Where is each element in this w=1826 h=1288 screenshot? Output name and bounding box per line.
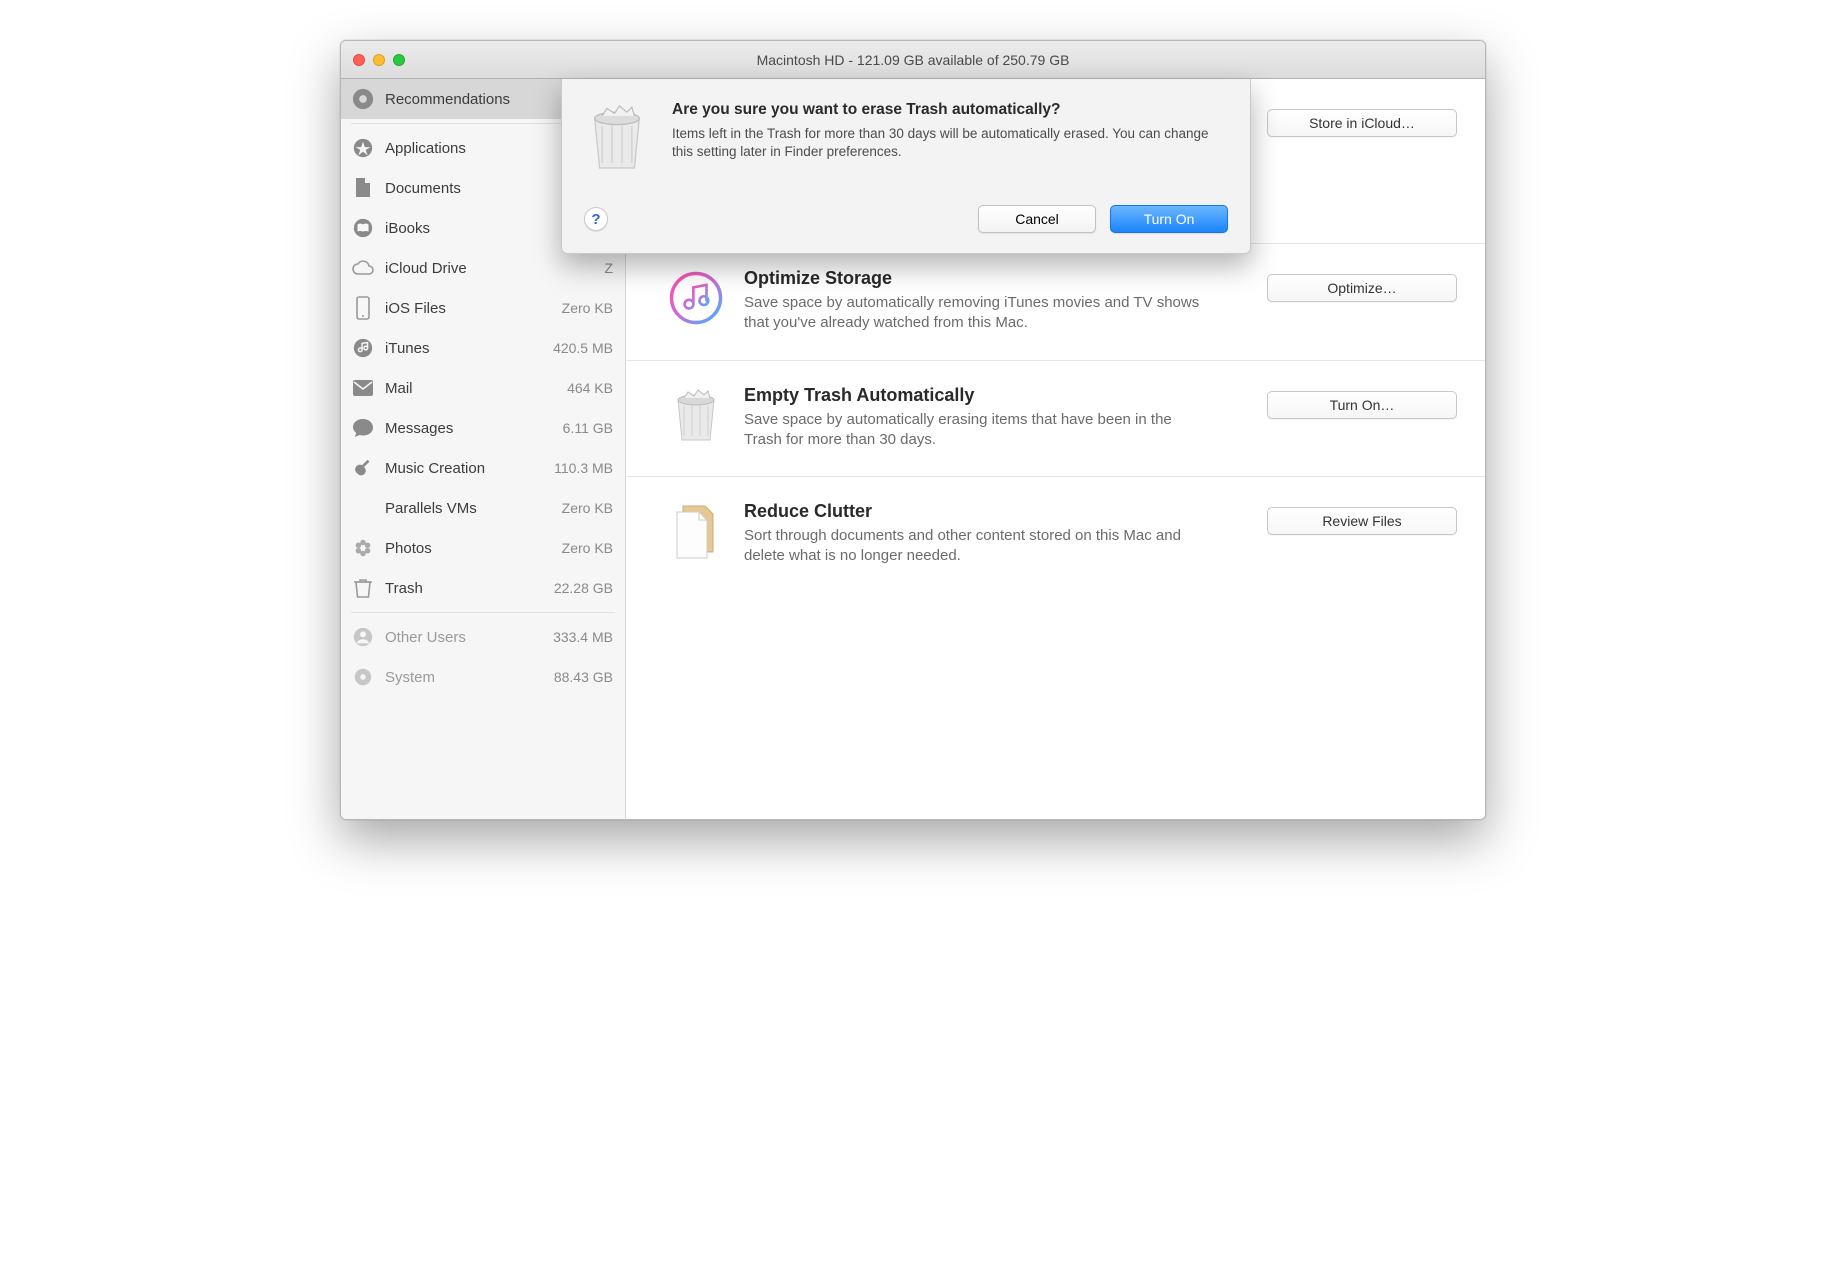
optimize-button[interactable]: Optimize… [1267,274,1457,302]
recommendation-title: Reduce Clutter [744,501,1249,522]
zoom-window-button[interactable] [393,54,405,66]
trash-full-icon [584,101,654,171]
recommendation-desc: Save space by automatically erasing item… [744,410,1204,451]
photos-icon [351,536,375,560]
window-title: Macintosh HD - 121.09 GB available of 25… [353,52,1473,68]
trash-icon [351,576,375,600]
sidebar-item-label: Other Users [385,629,543,646]
sidebar-item-label: Mail [385,380,557,397]
storage-management-window: Macintosh HD - 121.09 GB available of 25… [340,40,1486,820]
sidebar-item-icloud[interactable]: iCloud Drive Z [341,248,625,288]
sidebar-item-size: 333.4 MB [553,629,613,645]
cloud-icon [351,256,375,280]
sidebar-item-label: iTunes [385,340,543,357]
guitar-icon [351,456,375,480]
sidebar-item-label: iOS Files [385,300,552,317]
sidebar-item-system[interactable]: System 88.43 GB [341,657,625,697]
documents-stack-icon [666,501,726,561]
sidebar-separator [351,612,615,613]
sidebar-item-trash[interactable]: Trash 22.28 GB [341,568,625,608]
recommendation-title: Empty Trash Automatically [744,385,1249,406]
sidebar-item-size: 6.11 GB [563,420,613,436]
dialog-description: Items left in the Trash for more than 30… [672,125,1228,161]
titlebar: Macintosh HD - 121.09 GB available of 25… [341,41,1485,79]
sidebar-item-size: Z [604,260,613,276]
store-in-icloud-button[interactable]: Store in iCloud… [1267,109,1457,137]
close-window-button[interactable] [353,54,365,66]
sidebar-item-label: Parallels VMs [385,500,552,517]
sidebar-item-parallels[interactable]: Parallels VMs Zero KB [341,488,625,528]
generic-icon [351,496,375,520]
sidebar-item-mail[interactable]: Mail 464 KB [341,368,625,408]
sidebar-item-other-users[interactable]: Other Users 333.4 MB [341,617,625,657]
documents-icon [351,176,375,200]
mail-icon [351,376,375,400]
dialog-title: Are you sure you want to erase Trash aut… [672,101,1228,119]
sidebar-item-iosfiles[interactable]: iOS Files Zero KB [341,288,625,328]
turn-on-confirm-button[interactable]: Turn On [1110,205,1228,233]
recommendation-desc: Save space by automatically removing iTu… [744,293,1204,334]
sidebar-item-size: Zero KB [562,300,613,316]
sidebar-item-size: Zero KB [562,540,613,556]
review-files-button[interactable]: Review Files [1267,507,1457,535]
sidebar-item-size: 420.5 MB [553,340,613,356]
users-icon [351,625,375,649]
recommendation-empty-trash: Empty Trash Automatically Save space by … [626,361,1485,478]
messages-icon [351,416,375,440]
sidebar-item-label: iCloud Drive [385,260,594,277]
recommendation-optimize-storage: Optimize Storage Save space by automatic… [626,244,1485,361]
sidebar-item-label: Trash [385,580,544,597]
confirm-erase-trash-dialog: Are you sure you want to erase Trash aut… [561,79,1251,254]
sidebar-item-size: 464 KB [567,380,613,396]
sidebar-item-size: 110.3 MB [554,460,613,476]
recommendation-desc: Sort through documents and other content… [744,526,1204,567]
window-controls [353,54,405,66]
iphone-icon [351,296,375,320]
itunes-icon [351,336,375,360]
sidebar-item-label: Messages [385,420,553,437]
sidebar-item-label: Music Creation [385,460,544,477]
trash-full-icon [666,385,726,445]
sidebar-item-size: 22.28 GB [554,580,613,596]
turn-on-button[interactable]: Turn On… [1267,391,1457,419]
sidebar-item-size: Zero KB [562,500,613,516]
recommendation-reduce-clutter: Reduce Clutter Sort through documents an… [626,477,1485,593]
gear-icon [351,665,375,689]
recommendation-title: Optimize Storage [744,268,1249,289]
sidebar-item-messages[interactable]: Messages 6.11 GB [341,408,625,448]
sidebar-item-label: System [385,669,544,686]
sidebar-item-music-creation[interactable]: Music Creation 110.3 MB [341,448,625,488]
sidebar-item-itunes[interactable]: iTunes 420.5 MB [341,328,625,368]
help-button[interactable]: ? [584,207,608,231]
itunes-app-icon [666,268,726,328]
sidebar-item-photos[interactable]: Photos Zero KB [341,528,625,568]
cancel-button[interactable]: Cancel [978,205,1096,233]
sidebar-item-size: 88.43 GB [554,669,613,685]
minimize-window-button[interactable] [373,54,385,66]
ibooks-icon [351,216,375,240]
lightbulb-icon [351,87,375,111]
applications-icon [351,136,375,160]
sidebar-item-label: Photos [385,540,552,557]
